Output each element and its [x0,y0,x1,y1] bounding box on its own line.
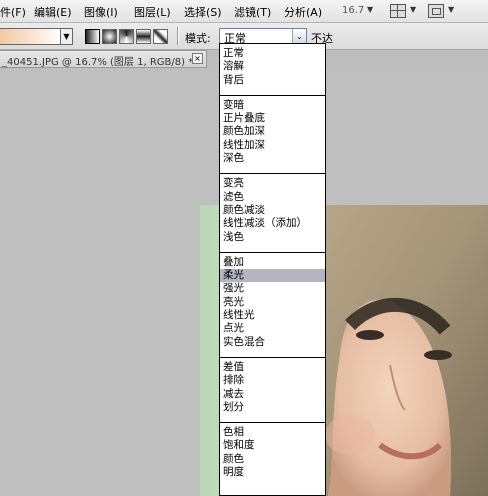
close-icon[interactable]: × [192,53,203,64]
arrange-documents-icon[interactable] [390,4,406,18]
blend-mode-option[interactable]: 叠加 [220,256,325,269]
menu-analysis[interactable]: 分析(A) [284,4,322,20]
blend-mode-dropdown-list[interactable]: 正常 溶解 背后 变暗 正片叠底 颜色加深 线性加深 深色 变亮 滤色 颜色减淡 线性减淡（添加） 浅色… [219,43,326,496]
blend-mode-option[interactable]: 背后 [220,74,325,87]
chevron-down-icon[interactable]: ⌄ [292,29,306,44]
screen-mode-icon[interactable] [428,4,444,18]
blend-mode-option[interactable]: 正常 [220,47,325,60]
gradient-picker-arrow-icon[interactable]: ▼ [60,28,73,45]
menu-edit[interactable]: 编辑(E) [34,4,72,20]
blend-mode-option[interactable]: 颜色减淡 [220,204,325,217]
blend-mode-option[interactable]: 点光 [220,322,325,335]
blend-mode-option[interactable]: 正片叠底 [220,112,325,125]
blend-mode-option[interactable]: 明度 [220,466,325,479]
menu-select[interactable]: 选择(S) [184,4,222,20]
blend-mode-group: 变亮 滤色 颜色减淡 线性减淡（添加） 浅色 [220,174,325,253]
menu-image[interactable]: 图像(I) [84,4,118,20]
blend-mode-option[interactable]: 滤色 [220,191,325,204]
blend-mode-option[interactable]: 差值 [220,361,325,374]
blend-mode-option[interactable]: 划分 [220,401,325,414]
menu-file[interactable]: 件(F) [0,4,26,20]
blend-mode-option[interactable]: 柔光 [220,269,325,283]
mode-label: 模式: [185,32,211,45]
blend-mode-option[interactable]: 深色 [220,152,325,165]
blend-mode-option[interactable]: 线性光 [220,309,325,322]
blend-mode-option[interactable]: 饱和度 [220,439,325,452]
blend-mode-option[interactable]: 色相 [220,426,325,439]
zoom-dropdown-icon[interactable]: ▼ [367,5,373,14]
separator [177,27,179,45]
blend-mode-option[interactable]: 浅色 [220,231,325,244]
blend-mode-option[interactable]: 线性加深 [220,139,325,152]
blend-mode-option[interactable]: 亮光 [220,296,325,309]
diamond-gradient-icon[interactable] [153,29,168,44]
menu-filter[interactable]: 滤镜(T) [234,4,271,20]
blend-mode-option[interactable]: 变亮 [220,177,325,190]
document-title: _40451.JPG @ 16.7% (图层 1, RGB/8) * [2,57,194,68]
blend-mode-option[interactable]: 线性减淡（添加） [220,217,325,230]
blend-mode-option[interactable]: 排除 [220,374,325,387]
blend-mode-option[interactable]: 减去 [220,388,325,401]
blend-mode-option[interactable]: 实色混合 [220,336,325,349]
menu-bar: 件(F) 编辑(E) 图像(I) 图层(L) 选择(S) 滤镜(T) 分析(A)… [0,0,488,23]
blend-mode-option[interactable]: 变暗 [220,99,325,112]
document-tab[interactable]: _40451.JPG @ 16.7% (图层 1, RGB/8) * × [0,50,207,68]
blend-mode-option[interactable]: 溶解 [220,60,325,73]
arrange-dropdown-icon[interactable]: ▼ [410,5,416,14]
blend-mode-group: 差值 排除 减去 划分 [220,358,325,424]
menu-layer[interactable]: 图层(L) [134,4,171,20]
radial-gradient-icon[interactable] [102,29,117,44]
blend-mode-option[interactable]: 颜色 [220,453,325,466]
blend-mode-group: 色相 饱和度 颜色 明度 [220,423,325,487]
blend-mode-option[interactable]: 强光 [220,282,325,295]
angle-gradient-icon[interactable] [119,29,134,44]
blend-mode-option[interactable]: 颜色加深 [220,125,325,138]
blend-mode-group: 叠加 柔光 强光 亮光 线性光 点光 实色混合 [220,253,325,358]
reflected-gradient-icon[interactable] [136,29,151,44]
linear-gradient-icon[interactable] [85,29,100,44]
screen-mode-dropdown-icon[interactable]: ▼ [448,5,454,14]
gradient-preview[interactable] [0,28,61,45]
blend-mode-group: 正常 溶解 背后 [220,44,325,96]
blend-mode-group: 变暗 正片叠底 颜色加深 线性加深 深色 [220,96,325,175]
zoom-level[interactable]: 16.7 [342,5,364,16]
